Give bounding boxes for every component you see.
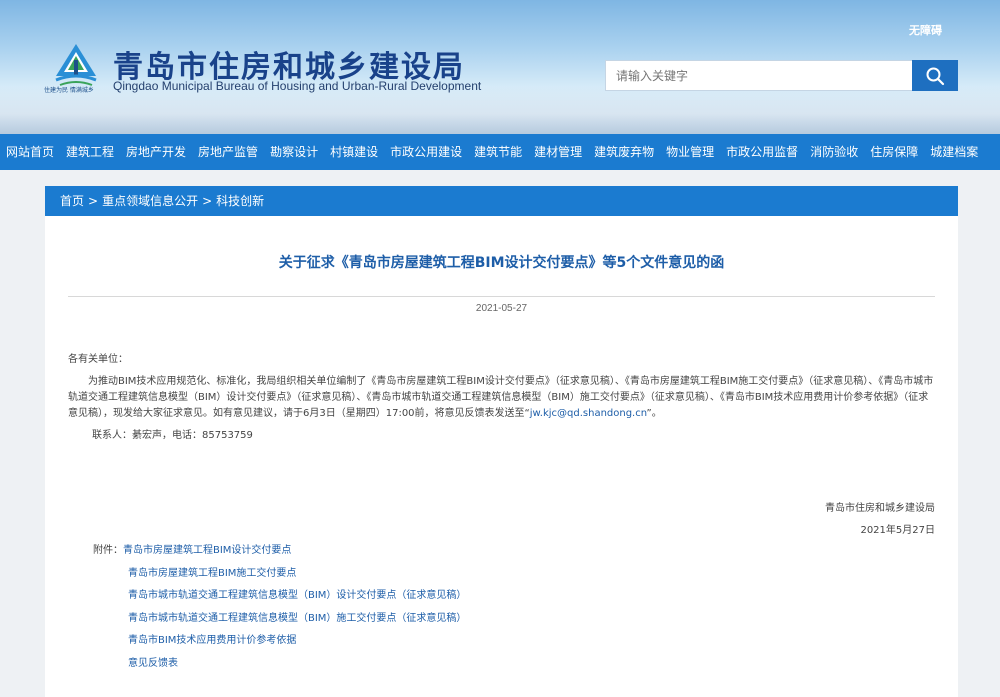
nav-item-survey-design[interactable]: 勘察设计: [264, 134, 324, 170]
nav-item-urban-archives[interactable]: 城建档案: [924, 134, 984, 170]
site-header: 无障碍 住建为民 情满城乡 青岛市住房和城乡建设局 Qingdao Munici…: [0, 0, 1000, 134]
paragraph-end: ”。: [646, 408, 662, 419]
signature-block: 青岛市住房和城乡建设局 2021年5月27日: [825, 498, 935, 542]
paragraph-text: 为推动BIM技术应用规范化、标准化，我局组织相关单位编制了《青岛市房屋建筑工程B…: [68, 376, 934, 419]
nav-item-municipal-construction[interactable]: 市政公用建设: [384, 134, 468, 170]
salutation: 各有关单位：: [68, 354, 128, 365]
nav-item-real-estate-dev[interactable]: 房地产开发: [120, 134, 192, 170]
main-nav: 网站首页 建筑工程 房地产开发 房地产监管 勘察设计 村镇建设 市政公用建设 建…: [0, 134, 1000, 170]
contact-info: 联系人：綦宏声，电话：85753759: [92, 430, 253, 441]
publish-date: 2021-05-27: [475, 303, 528, 314]
feedback-email[interactable]: jw.kjc@qd.shandong.cn: [530, 408, 647, 419]
search-icon: [926, 67, 945, 85]
nav-item-home[interactable]: 网站首页: [0, 134, 60, 170]
nav-item-fire-acceptance[interactable]: 消防验收: [804, 134, 864, 170]
site-subtitle: Qingdao Municipal Bureau of Housing and …: [113, 79, 482, 93]
article-paragraph: 为推动BIM技术应用规范化、标准化，我局组织相关单位编制了《青岛市房屋建筑工程B…: [68, 374, 936, 422]
nav-item-village-construction[interactable]: 村镇建设: [324, 134, 384, 170]
breadcrumb-separator: >: [202, 194, 213, 208]
search-input[interactable]: [605, 60, 913, 91]
breadcrumb-key-info[interactable]: 重点领域信息公开: [102, 194, 198, 208]
content-panel: 首页 > 重点领域信息公开 > 科技创新 关于征求《青岛市房屋建筑工程BIM设计交付要点…: [45, 186, 958, 697]
breadcrumb-home[interactable]: 首页: [60, 194, 84, 208]
attachment-link[interactable]: 青岛市城市轨道交通工程建筑信息模型（BIM）施工交付要点（征求意见稿）: [128, 613, 466, 624]
bureau-logo-icon: [55, 44, 97, 86]
header-background-haze: [0, 86, 1000, 134]
attachment-link[interactable]: 青岛市BIM技术应用费用计价参考依据: [128, 635, 296, 646]
attachment-link[interactable]: 意见反馈表: [128, 658, 178, 669]
nav-item-property-management[interactable]: 物业管理: [660, 134, 720, 170]
signature-organization: 青岛市住房和城乡建设局: [825, 503, 935, 514]
breadcrumb-separator: >: [88, 194, 99, 208]
attachment-prefix: 附件：: [93, 545, 123, 556]
logo-slogan: 住建为民 情满城乡: [44, 87, 94, 94]
breadcrumb-tech-innovation[interactable]: 科技创新: [216, 194, 264, 208]
title-divider: [68, 296, 935, 297]
breadcrumb: 首页 > 重点领域信息公开 > 科技创新: [45, 186, 958, 216]
attachment-list: 附件：青岛市房屋建筑工程BIM设计交付要点 青岛市房屋建筑工程BIM施工交付要点…: [93, 540, 466, 675]
search-button[interactable]: [912, 60, 958, 91]
nav-item-construction-waste[interactable]: 建筑废弃物: [588, 134, 660, 170]
nav-item-housing-security[interactable]: 住房保障: [864, 134, 924, 170]
accessibility-link[interactable]: 无障碍: [909, 22, 942, 38]
nav-item-municipal-supervision[interactable]: 市政公用监督: [720, 134, 804, 170]
article-body: 各有关单位： 为推动BIM技术应用规范化、标准化，我局组织相关单位编制了《青岛市…: [68, 352, 936, 450]
article-title: 关于征求《青岛市房屋建筑工程BIM设计交付要点》等5个文件意见的函: [278, 255, 725, 271]
attachment-link[interactable]: 青岛市城市轨道交通工程建筑信息模型（BIM）设计交付要点（征求意见稿）: [128, 590, 466, 601]
nav-item-building-materials[interactable]: 建材管理: [528, 134, 588, 170]
nav-item-energy-saving[interactable]: 建筑节能: [468, 134, 528, 170]
attachment-link[interactable]: 青岛市房屋建筑工程BIM设计交付要点: [123, 545, 291, 556]
signature-date: 2021年5月27日: [860, 525, 935, 536]
nav-item-real-estate-supervision[interactable]: 房地产监管: [192, 134, 264, 170]
nav-item-construction[interactable]: 建筑工程: [60, 134, 120, 170]
attachment-link[interactable]: 青岛市房屋建筑工程BIM施工交付要点: [128, 568, 296, 579]
